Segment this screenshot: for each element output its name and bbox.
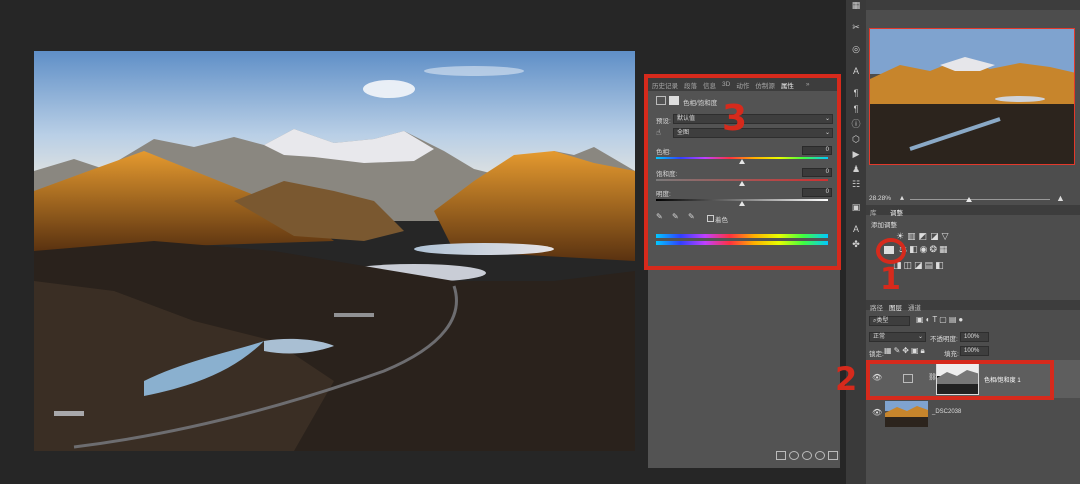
adjustment-row-3: ◨◫◪▤◧ [893,260,946,271]
lock-position-icon[interactable]: ✥ [902,346,911,355]
lock-pixels-icon[interactable]: ✎ [894,346,903,355]
photo-thumbnail [885,401,928,427]
tools-icon[interactable]: ✂ [850,22,862,33]
navigator-preview[interactable] [869,28,1075,165]
filter-toggle-icon[interactable]: ● [958,315,965,324]
trash-icon[interactable] [828,451,838,460]
visibility-icon[interactable] [815,451,825,460]
black-white-icon[interactable]: ◧ [909,244,920,254]
tab-adjustments[interactable]: 调整 [890,207,903,217]
layer-filter-icons: ▣◐T▢▤● [916,315,965,324]
fill-field[interactable]: 100% [960,346,989,356]
opacity-label: 不透明度: [930,336,958,343]
layer-filter-select[interactable]: ⌕类型 [869,316,910,326]
adjustments-heading: 添加调整 [871,222,897,229]
view-previous-icon[interactable] [789,451,799,460]
zoom-slider-handle[interactable] [966,197,972,202]
fill-label: 填充: [944,351,959,358]
landscape-image [34,51,635,451]
annotation-number-3: 3 [722,98,748,139]
shape-filter-icon[interactable]: ▢ [939,315,949,324]
lock-transparency-icon[interactable]: ▦ [884,346,894,355]
actions-play-icon[interactable]: ▶ [850,149,862,160]
histogram-icon[interactable]: ▦ [850,0,862,11]
blend-mode-select[interactable]: 正常 ⌄ [869,332,926,342]
channel-mixer-icon[interactable]: ❂ [929,244,939,254]
curves-icon[interactable]: ◩ [919,231,931,241]
navigator-thumbnail [870,29,1074,164]
tab-paths[interactable]: 路径 [870,302,883,312]
pixel-filter-icon[interactable]: ▣ [916,315,926,324]
clone-stamp-icon[interactable]: ♟ [850,164,862,175]
navigator-header [866,0,1080,10]
info-icon[interactable]: ⓘ [850,119,862,130]
glyphs-icon[interactable]: A [850,224,862,235]
color-swatch-icon[interactable]: ▣ [850,202,862,213]
tab-channels[interactable]: 通道 [908,302,921,312]
navigator-icon[interactable]: ◎ [850,44,862,55]
lock-icons: ▦✎✥▣🔒︎ [884,346,927,356]
reset-icon[interactable] [802,451,812,460]
zoom-in-icon[interactable]: ▲ [1056,193,1065,203]
3d-icon[interactable]: ⬡ [850,134,862,145]
posterize-icon[interactable]: ◫ [904,260,915,270]
levels-icon[interactable]: ▥ [907,231,919,241]
panel-tool-strip: ▦ ✂ ◎ A ¶ ¶ ⓘ ⬡ ▶ ♟ ☷ ▣ A ✤ [846,0,866,484]
clip-to-layer-icon[interactable] [776,451,786,460]
annotation-box-2 [866,360,1054,400]
annotation-number-1: 1 [880,262,901,297]
pilcrow-icon[interactable]: ¶ [850,104,862,115]
layer-name[interactable]: _DSC2038 [932,409,961,415]
gradient-map-icon[interactable]: ▤ [925,260,936,270]
tab-libraries[interactable]: 库 [870,207,877,217]
adjustment-row-2: ⚖◧◉❂▦ [899,244,950,255]
chevron-down-icon: ⌄ [917,334,923,340]
properties-icon[interactable]: ☷ [850,179,862,190]
paragraph-icon[interactable]: ¶ [850,88,862,99]
canvas-photo[interactable] [34,51,635,451]
lock-artboard-icon[interactable]: ▣ [911,346,921,355]
layer-row-photo[interactable]: 👁︎ _DSC2038 [866,398,1080,436]
tab-layers[interactable]: 图层 [889,302,902,312]
opacity-field[interactable]: 100% [960,332,989,342]
layer-thumbnail[interactable] [885,401,928,427]
lock-all-icon[interactable]: 🔒︎ [921,346,927,355]
brush-settings-icon[interactable]: ✤ [850,239,862,250]
zoom-value[interactable]: 28.28% [869,195,891,202]
lock-label: 锁定: [869,351,884,358]
layer-filter-value: 类型 [876,318,889,324]
annotation-number-2: 2 [835,360,858,398]
adjustment-row-1: ☀▥◩◪▽ [896,231,952,242]
smart-object-filter-icon[interactable]: ▤ [949,315,959,324]
threshold-icon[interactable]: ◪ [914,260,925,270]
character-icon[interactable]: A [850,66,862,77]
vibrance-icon[interactable]: ▽ [942,231,952,241]
selective-color-icon[interactable]: ◧ [935,260,946,270]
color-lookup-icon[interactable]: ▦ [939,244,950,254]
panel-footer-buttons [758,451,838,461]
zoom-slider[interactable] [910,199,1050,200]
eye-icon[interactable]: 👁︎ [872,408,882,417]
exposure-icon[interactable]: ◪ [930,231,942,241]
annotation-circle-1 [876,238,906,264]
zoom-out-icon[interactable]: ▴ [900,193,904,202]
blend-mode-value: 正常 [873,334,886,340]
photo-filter-icon[interactable]: ◉ [920,244,930,254]
